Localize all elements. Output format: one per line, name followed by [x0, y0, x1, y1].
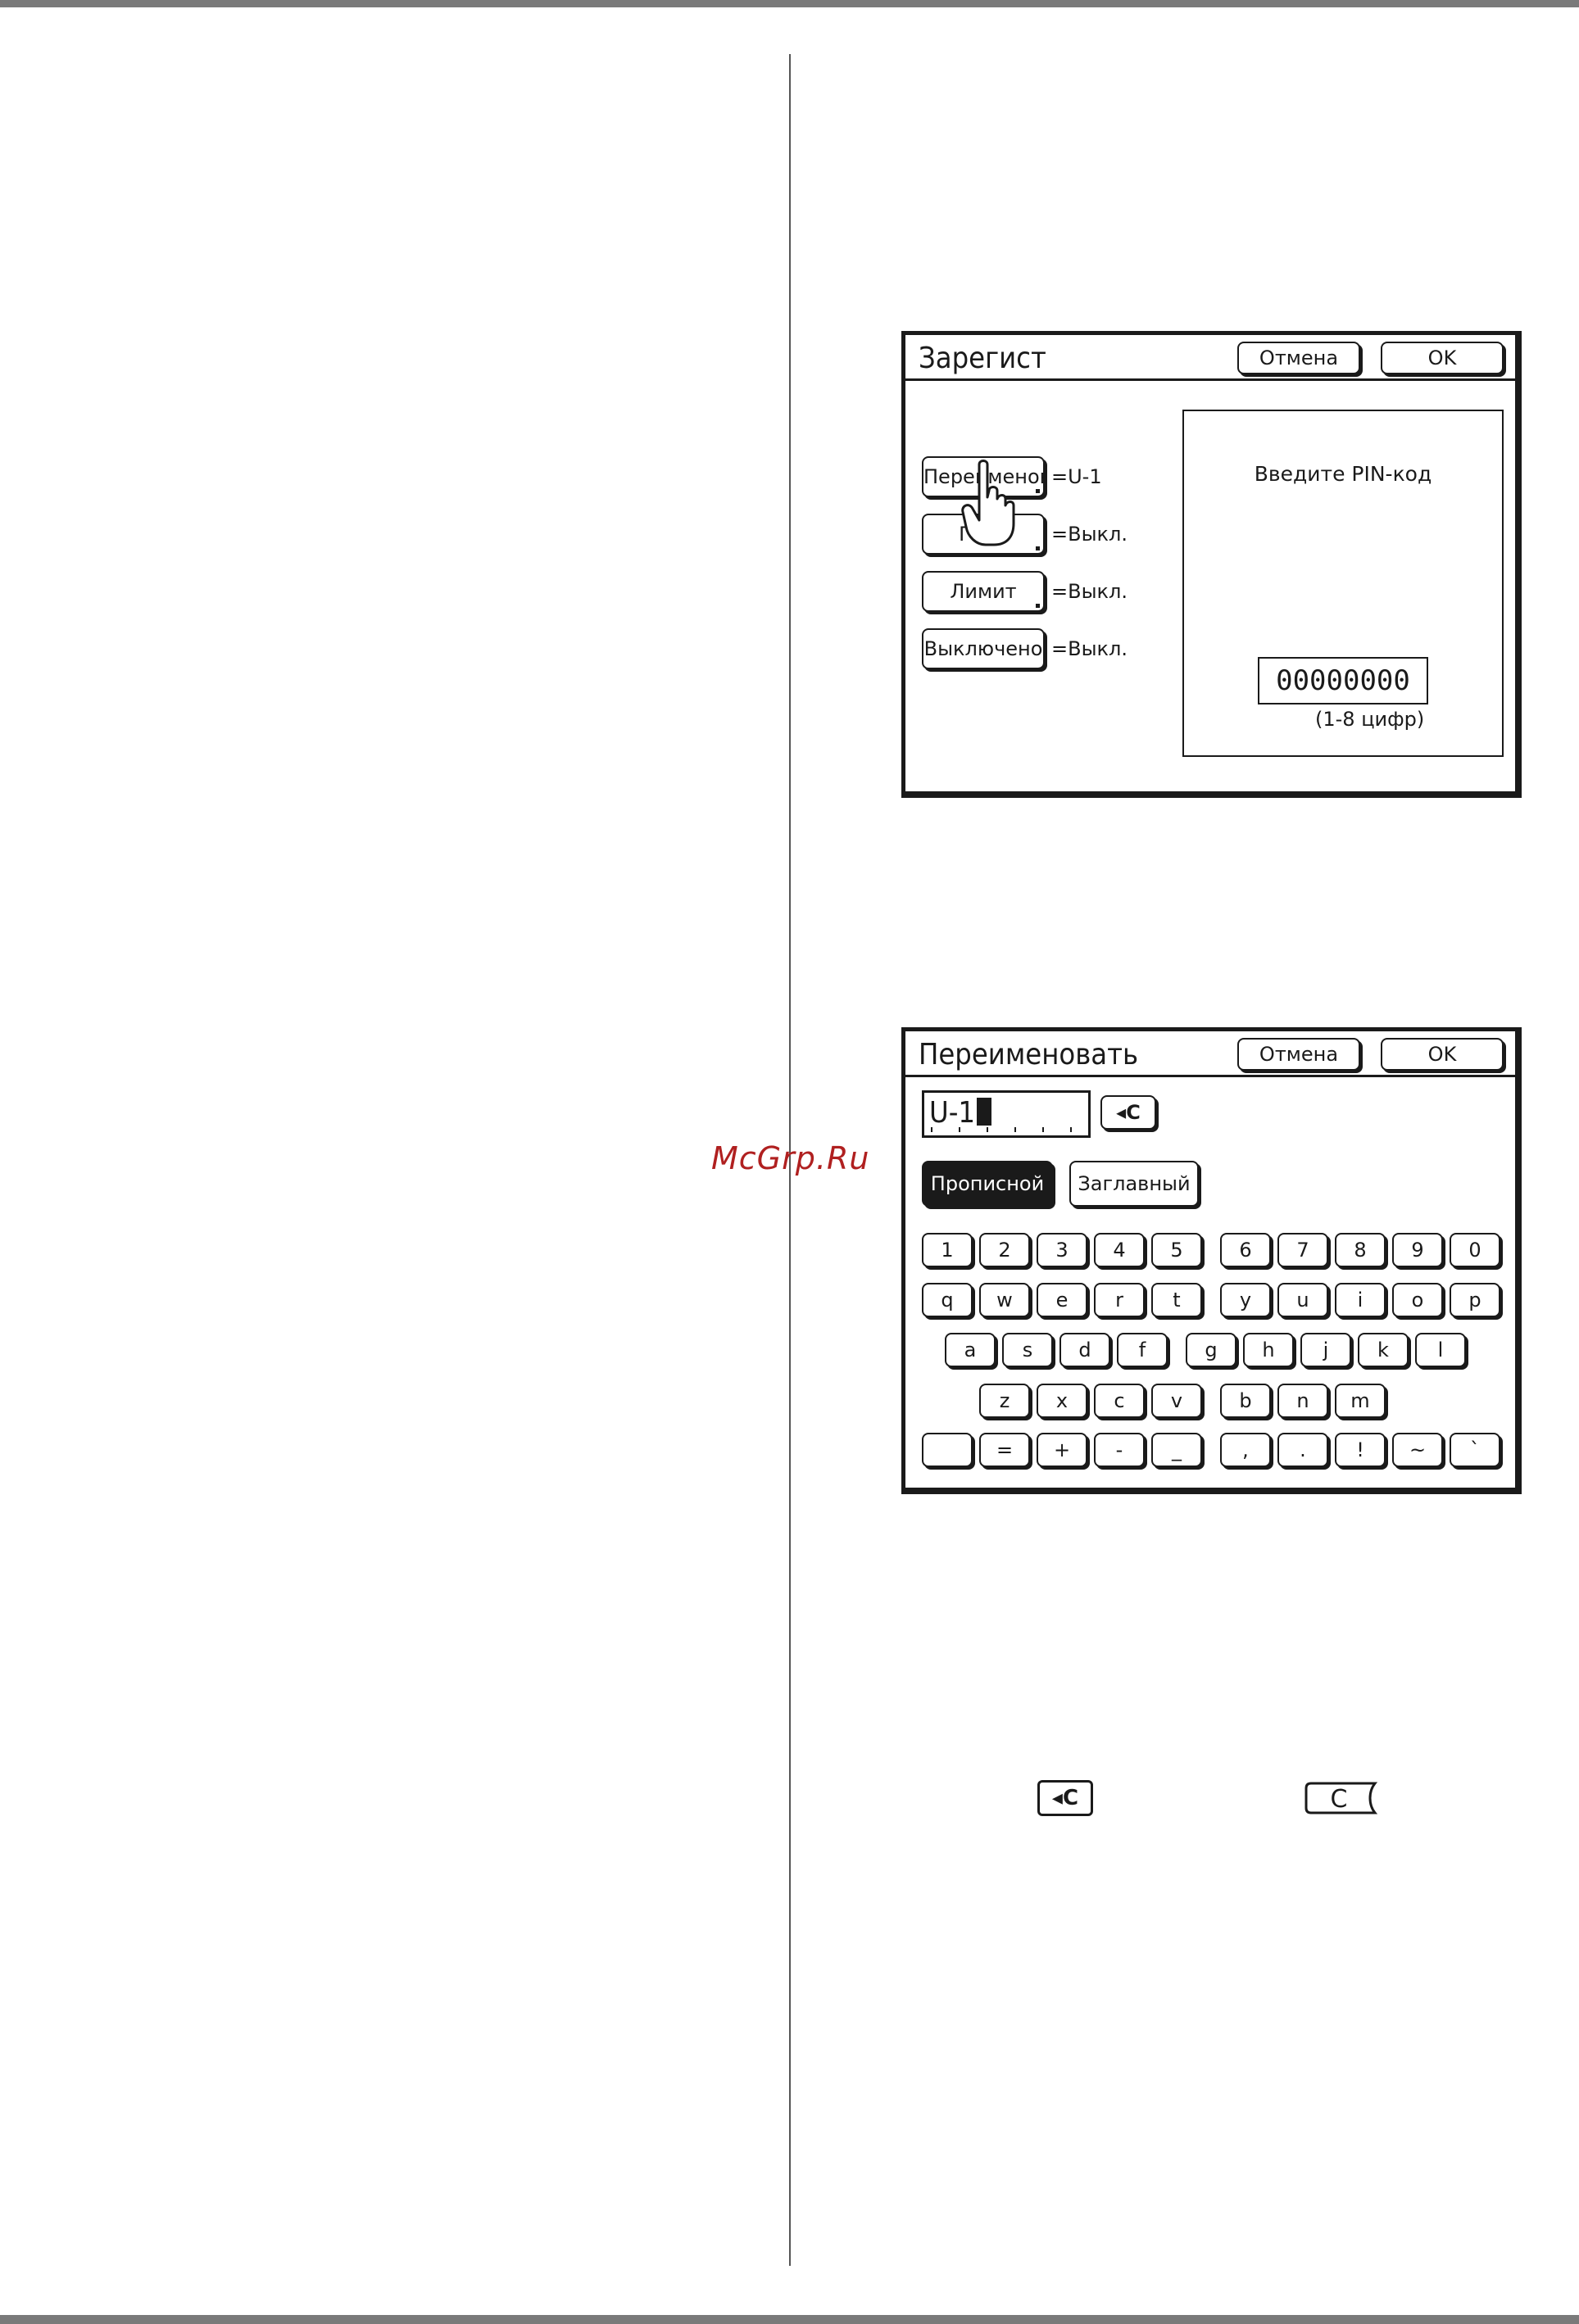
uppercase-button[interactable]: Заглавный [1069, 1161, 1199, 1207]
key[interactable]: 7 [1277, 1233, 1328, 1267]
ok-button[interactable]: OK [1381, 1038, 1504, 1071]
pin-hint: (1-8 цифр) [1315, 708, 1425, 731]
key[interactable]: v [1151, 1384, 1202, 1418]
key[interactable]: 3 [1037, 1233, 1087, 1267]
limit-button[interactable]: Лимит [922, 571, 1045, 612]
pin-field[interactable]: 00000000 [1258, 657, 1428, 704]
key[interactable]: d [1059, 1333, 1110, 1367]
key[interactable]: ` [1450, 1433, 1500, 1467]
key[interactable]: y [1220, 1283, 1271, 1317]
key[interactable]: z [979, 1384, 1030, 1418]
key[interactable]: 9 [1392, 1233, 1443, 1267]
key[interactable]: p [1450, 1283, 1500, 1317]
limit-button-label: Лимит [950, 580, 1017, 603]
cancel-button[interactable]: Отмена [1237, 1038, 1360, 1071]
key[interactable]: s [1002, 1333, 1053, 1367]
key[interactable]: i [1335, 1283, 1386, 1317]
key[interactable]: + [1037, 1433, 1087, 1467]
key[interactable]: - [1094, 1433, 1145, 1467]
key[interactable]: 8 [1335, 1233, 1386, 1267]
clear-key-label: C [1331, 1785, 1348, 1814]
name-input[interactable]: U-1 [922, 1090, 1091, 1138]
key[interactable]: r [1094, 1283, 1145, 1317]
key[interactable]: 2 [979, 1233, 1030, 1267]
clear-key-icon: C [1304, 1782, 1378, 1814]
backspace-button[interactable]: ◂C [1100, 1095, 1156, 1130]
cancel-button[interactable]: Отмена [1237, 342, 1360, 374]
rename-panel-header: Переименовать Отмена OK [905, 1031, 1515, 1077]
disabled-button-label: Выключено [923, 637, 1043, 660]
key[interactable]: ! [1335, 1433, 1386, 1467]
key[interactable]: = [979, 1433, 1030, 1467]
key[interactable]: a [945, 1333, 996, 1367]
key[interactable]: ~ [1392, 1433, 1443, 1467]
key[interactable]: h [1243, 1333, 1294, 1367]
key[interactable]: o [1392, 1283, 1443, 1317]
lowercase-button[interactable]: Прописной [922, 1161, 1053, 1207]
submenu-marker-icon [1036, 604, 1040, 608]
key[interactable]: u [1277, 1283, 1328, 1317]
key[interactable] [922, 1433, 973, 1467]
top-rule [0, 0, 1579, 7]
key[interactable]: j [1300, 1333, 1351, 1367]
pointing-hand-icon [961, 460, 1015, 546]
key[interactable]: w [979, 1283, 1030, 1317]
key[interactable]: 5 [1151, 1233, 1202, 1267]
key[interactable]: x [1037, 1384, 1087, 1418]
key[interactable]: m [1335, 1384, 1386, 1418]
key[interactable]: , [1220, 1433, 1271, 1467]
limit-value: =Выкл. [1051, 580, 1128, 603]
key[interactable]: l [1415, 1333, 1466, 1367]
watermark: McGrp.Ru [711, 1140, 870, 1176]
character-ticks [931, 1127, 1082, 1132]
key[interactable]: 6 [1220, 1233, 1271, 1267]
rename-value: =U-1 [1051, 465, 1102, 488]
rename-panel: Переименовать Отмена OK U-1 ◂C Прописной… [901, 1027, 1522, 1494]
text-cursor [977, 1098, 992, 1126]
key[interactable]: n [1277, 1384, 1328, 1418]
submenu-marker-icon [1036, 546, 1040, 550]
submenu-marker-icon [1036, 489, 1040, 493]
ok-button[interactable]: OK [1381, 342, 1504, 374]
key[interactable]: 4 [1094, 1233, 1145, 1267]
group-value: =Выкл. [1051, 523, 1128, 546]
register-panel-title: Зарегист [919, 342, 1046, 375]
disabled-button[interactable]: Выключено [922, 628, 1045, 669]
pin-entry-box: Введите PIN-код 00000000 (1-8 цифр) [1182, 410, 1504, 757]
key[interactable]: t [1151, 1283, 1202, 1317]
register-panel: Зарегист Отмена OK Переименов =U-1 Г а =… [901, 331, 1522, 798]
key[interactable]: 0 [1450, 1233, 1500, 1267]
name-input-value: U-1 [929, 1096, 976, 1130]
key[interactable]: . [1277, 1433, 1328, 1467]
key[interactable]: k [1358, 1333, 1409, 1367]
pin-prompt: Введите PIN-код [1254, 462, 1432, 486]
key[interactable]: 1 [922, 1233, 973, 1267]
key[interactable]: f [1117, 1333, 1168, 1367]
backspace-key-icon: ◂C [1037, 1780, 1093, 1816]
key[interactable]: c [1094, 1384, 1145, 1418]
key[interactable]: q [922, 1283, 973, 1317]
key[interactable]: _ [1151, 1433, 1202, 1467]
rename-panel-title: Переименовать [919, 1038, 1139, 1071]
key[interactable]: b [1220, 1384, 1271, 1418]
disabled-value: =Выкл. [1051, 637, 1128, 660]
key[interactable]: e [1037, 1283, 1087, 1317]
register-panel-header: Зарегист Отмена OK [905, 335, 1515, 381]
key[interactable]: g [1186, 1333, 1236, 1367]
bottom-rule [0, 2315, 1579, 2324]
